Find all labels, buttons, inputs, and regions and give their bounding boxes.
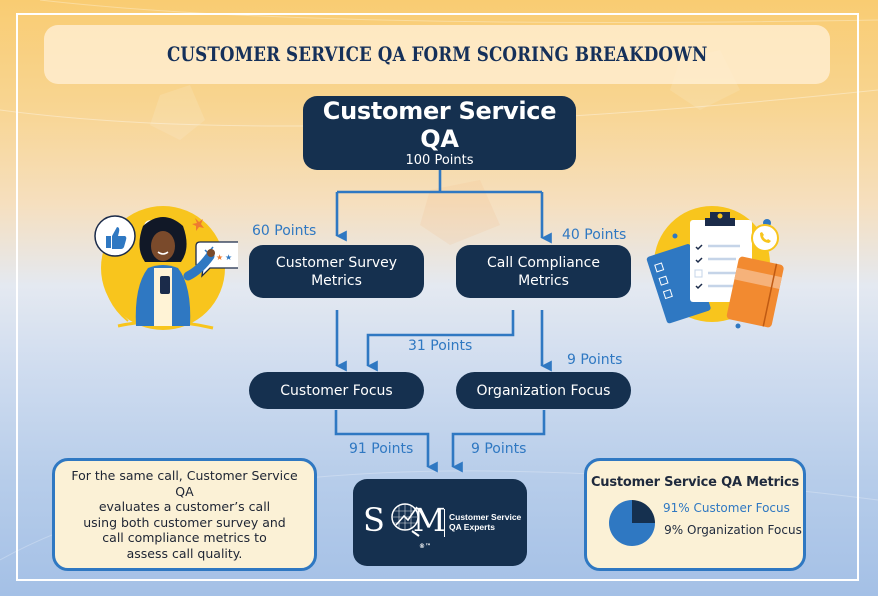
note-line: call compliance metrics to (102, 530, 267, 545)
thumbs-up-bubble-icon (94, 215, 136, 257)
customer-person-illustration: ★ ★ (94, 206, 238, 330)
logo-tagline: Customer Service QA Experts (449, 512, 521, 532)
customer-focus-label: Customer Focus (280, 382, 393, 399)
note-line: For the same call, Customer Service QA (71, 468, 298, 499)
svg-text:★: ★ (216, 253, 223, 262)
organization-output-points-label: 9 Points (471, 441, 527, 457)
survey-points-label: 60 Points (252, 223, 317, 239)
root-points: 100 Points (405, 153, 474, 168)
logo-separator (444, 509, 445, 537)
organization-focus-label: Organization Focus (476, 382, 611, 399)
note-line: assess call quality. (126, 545, 243, 561)
metrics-card: Customer Service QA Metrics 91% Customer… (584, 458, 806, 571)
organization-focus-percent-label: 9% Organization Focus (664, 523, 802, 537)
clipboard-checklist-illustration (646, 206, 784, 329)
metrics-pie-chart (609, 500, 655, 546)
logo-mark: SM (363, 501, 446, 539)
survey-label-line1: Customer Survey (275, 254, 398, 271)
whatsapp-icon (751, 224, 779, 252)
logo-tagline-line2: QA Experts (449, 522, 495, 532)
note-line: evaluates a customer’s call (98, 499, 271, 514)
compliance-label-line1: Call Compliance (487, 254, 600, 271)
compliance-points-label: 40 Points (562, 227, 627, 243)
sqm-logo: SM Customer Service QA Experts ®™ (353, 479, 527, 566)
pie-slice-organization-focus (632, 500, 655, 523)
compliance-label-line2: Metrics (518, 272, 569, 289)
survey-label-line2: Metrics (311, 272, 362, 289)
compliance-metrics-node: Call Compliance Metrics (456, 245, 631, 298)
logo-trademark: ®™ (419, 543, 431, 550)
customer-focus-node: Customer Focus (249, 372, 424, 409)
customer-focus-percent-label: 91% Customer Focus (663, 501, 790, 515)
survey-metrics-node: Customer Survey Metrics (249, 245, 424, 298)
organization-points-label: 9 Points (567, 352, 623, 368)
root-node: Customer Service QA 100 Points (303, 96, 576, 170)
logo-tagline-line1: Customer Service (449, 512, 522, 522)
cross-points-label: 31 Points (408, 338, 473, 354)
root-label: Customer Service QA (322, 97, 557, 153)
arrow-customer-focus-to-result (334, 410, 438, 473)
organization-focus-node: Organization Focus (456, 372, 631, 409)
note-line: using both customer survey and (83, 514, 286, 530)
explanation-note: For the same call, Customer Service QA e… (52, 458, 317, 571)
svg-text:★: ★ (225, 253, 232, 262)
metrics-card-title: Customer Service QA Metrics (590, 475, 800, 490)
arrow-organization-focus-to-result (451, 410, 546, 473)
customer-output-points-label: 91 Points (349, 441, 414, 457)
